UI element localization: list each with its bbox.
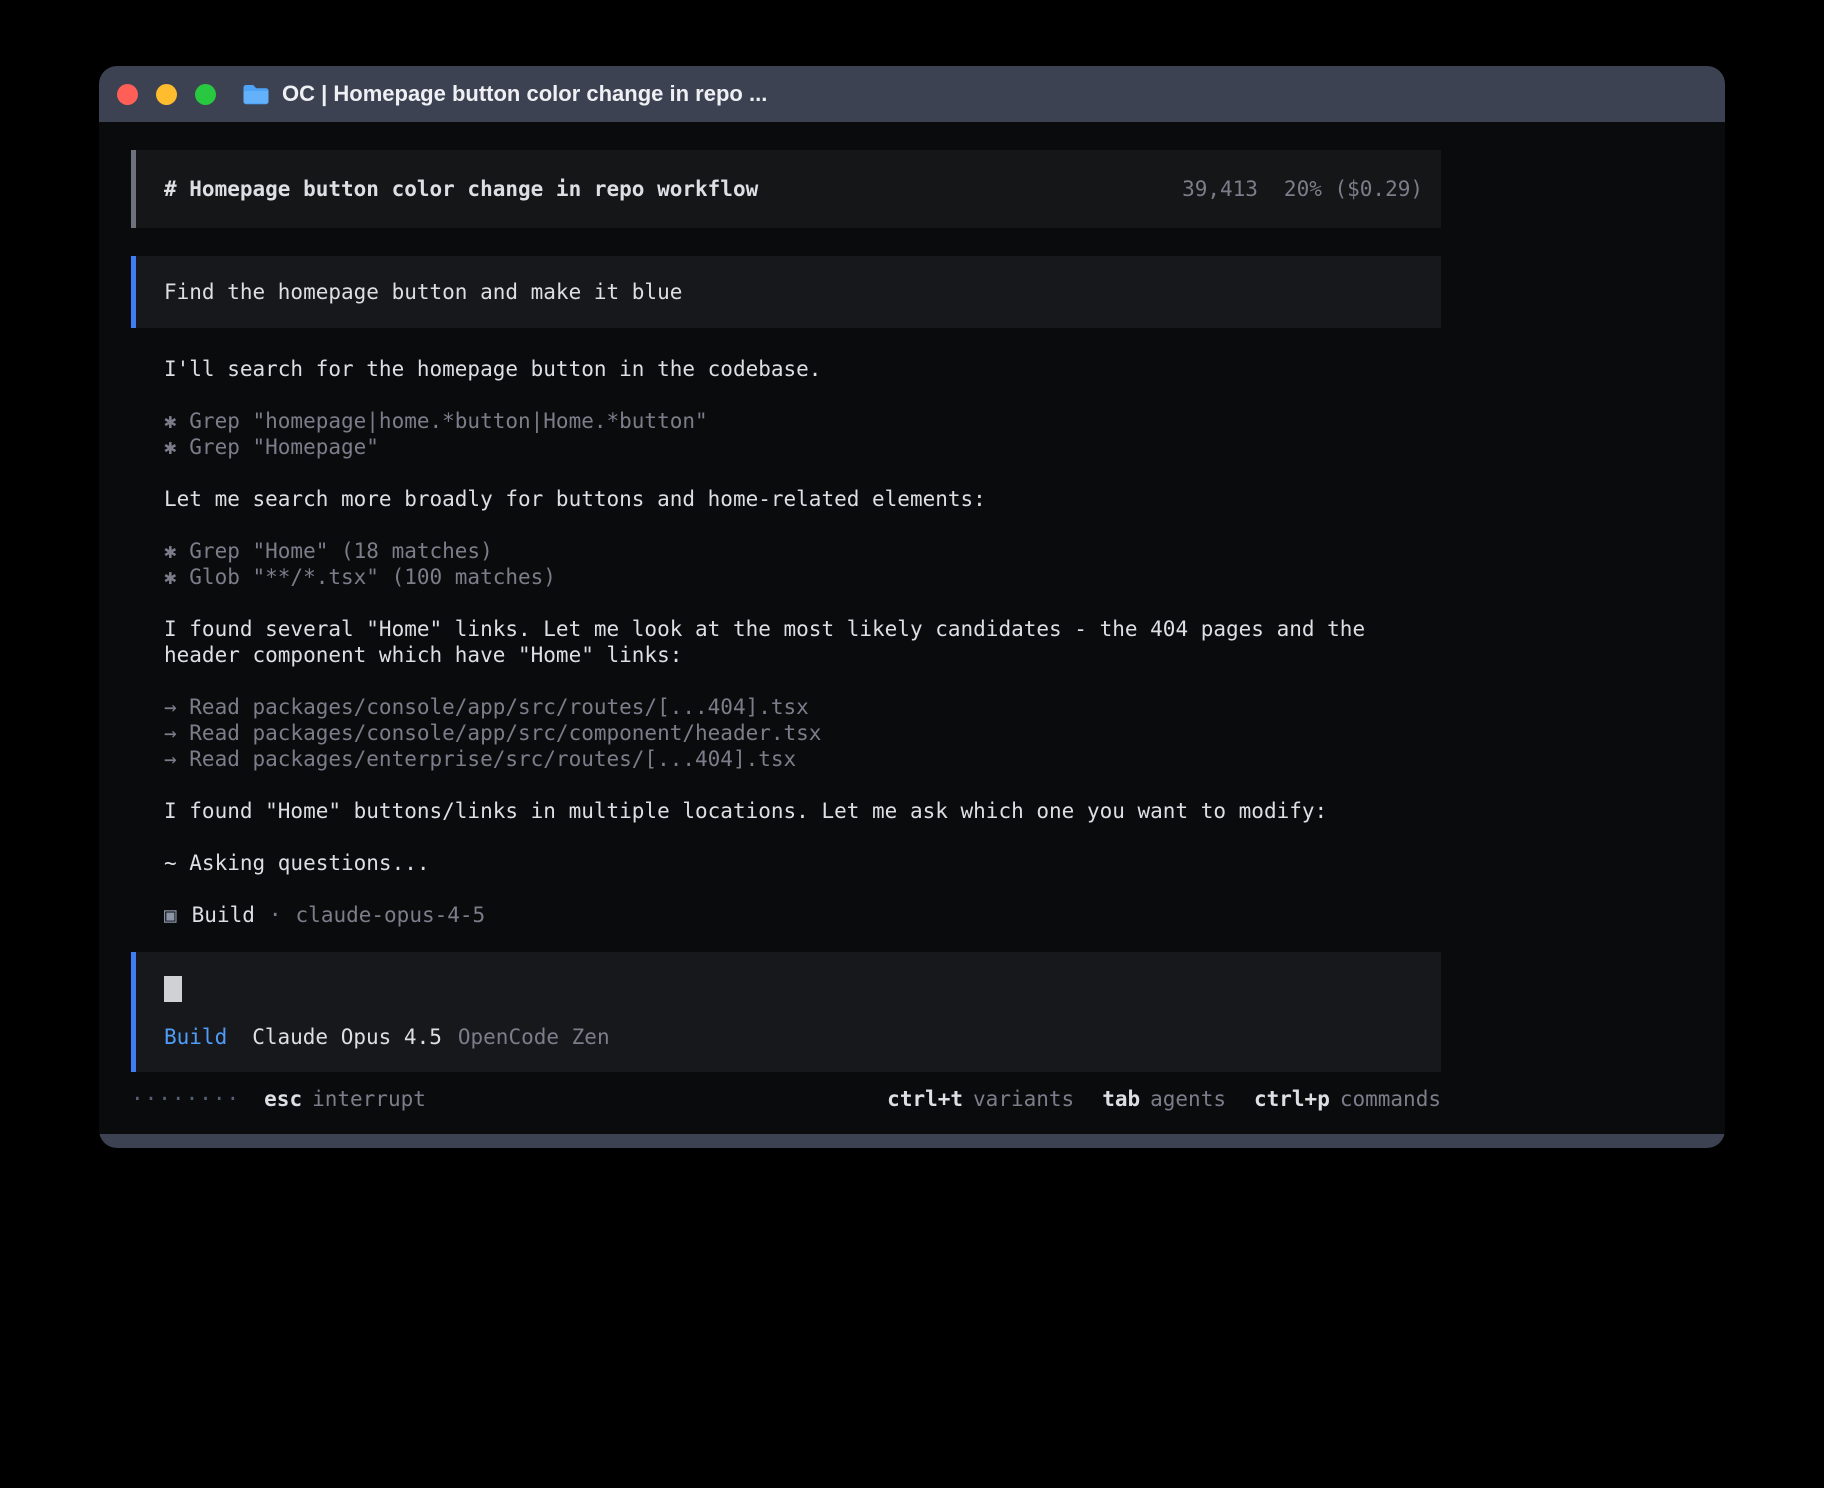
esc-key-label: interrupt xyxy=(312,1086,426,1112)
shortcut-label: commands xyxy=(1340,1087,1441,1111)
spinner-dots: ········ xyxy=(131,1086,240,1112)
agent-separator: · xyxy=(269,902,282,928)
transcript: I'll search for the homepage button in t… xyxy=(131,356,1441,928)
agent-mode-indicator[interactable]: Build xyxy=(164,1024,227,1050)
agent-status-line: ▣ Build · claude-opus-4-5 xyxy=(164,902,1441,928)
tool-call-grep: ✱ Grep "Home" (18 matches) xyxy=(164,538,1441,564)
minimize-button[interactable] xyxy=(156,84,177,105)
session-title: # Homepage button color change in repo w… xyxy=(164,176,758,202)
agent-bullet-icon: ▣ xyxy=(164,902,177,928)
tool-call-read: → Read packages/enterprise/src/routes/[.… xyxy=(164,746,1441,772)
token-count: 39,413 xyxy=(1182,176,1258,202)
text-cursor xyxy=(164,976,182,1002)
assistant-text: I found several "Home" links. Let me loo… xyxy=(164,616,1441,668)
assistant-text: I'll search for the homepage button in t… xyxy=(164,356,1441,382)
shortcut-key: ctrl+p xyxy=(1254,1087,1330,1111)
user-message: Find the homepage button and make it blu… xyxy=(131,256,1441,328)
prompt-footer: Build Claude Opus 4.5 OpenCode Zen xyxy=(164,1024,1413,1050)
traffic-lights xyxy=(117,84,216,105)
tool-call-glob: ✱ Glob "**/*.tsx" (100 matches) xyxy=(164,564,1441,590)
agent-name: Build xyxy=(192,902,255,928)
terminal-content: # Homepage button color change in repo w… xyxy=(131,150,1441,1112)
tool-call-grep: ✱ Grep "Homepage" xyxy=(164,434,1441,460)
context-usage: 20% ($0.29) xyxy=(1284,176,1423,202)
prompt-input[interactable]: Build Claude Opus 4.5 OpenCode Zen xyxy=(131,952,1441,1072)
shortcut-variants: ctrl+t variants xyxy=(887,1086,1074,1112)
agent-model: claude-opus-4-5 xyxy=(296,902,486,928)
zoom-button[interactable] xyxy=(195,84,216,105)
shortcut-label: agents xyxy=(1150,1087,1226,1111)
folder-icon xyxy=(242,83,270,106)
window-bottom-edge xyxy=(99,1134,1725,1148)
window-titlebar[interactable]: OC | Homepage button color change in rep… xyxy=(99,66,1725,122)
shortcut-agents: tab agents xyxy=(1102,1086,1226,1112)
shortcut-key: ctrl+t xyxy=(887,1087,963,1111)
window-title: OC | Homepage button color change in rep… xyxy=(282,81,767,107)
shortcut-label: variants xyxy=(973,1087,1074,1111)
tool-call-read: → Read packages/console/app/src/componen… xyxy=(164,720,1441,746)
assistant-text: Let me search more broadly for buttons a… xyxy=(164,486,1441,512)
assistant-status-text: ~ Asking questions... xyxy=(164,850,1441,876)
shortcut-commands: ctrl+p commands xyxy=(1254,1086,1441,1112)
shortcut-key: tab xyxy=(1102,1087,1140,1111)
status-right: ctrl+t variants tab agents ctrl+p commands xyxy=(887,1086,1441,1112)
status-bar: ········ esc interrupt ctrl+t variants ta… xyxy=(131,1086,1441,1112)
session-header: # Homepage button color change in repo w… xyxy=(131,150,1441,228)
status-left: ········ esc interrupt xyxy=(131,1086,426,1112)
terminal-window: OC | Homepage button color change in rep… xyxy=(99,66,1725,1148)
session-stats: 39,413 20% ($0.29) xyxy=(1182,176,1423,202)
user-message-text: Find the homepage button and make it blu… xyxy=(164,280,682,304)
close-button[interactable] xyxy=(117,84,138,105)
tool-call-grep: ✱ Grep "homepage|home.*button|Home.*butt… xyxy=(164,408,1441,434)
model-name: Claude Opus 4.5 xyxy=(252,1024,442,1050)
assistant-text: I found "Home" buttons/links in multiple… xyxy=(164,798,1441,824)
provider-name: OpenCode Zen xyxy=(458,1024,610,1050)
tool-call-read: → Read packages/console/app/src/routes/[… xyxy=(164,694,1441,720)
esc-key-hint: esc xyxy=(264,1086,302,1112)
